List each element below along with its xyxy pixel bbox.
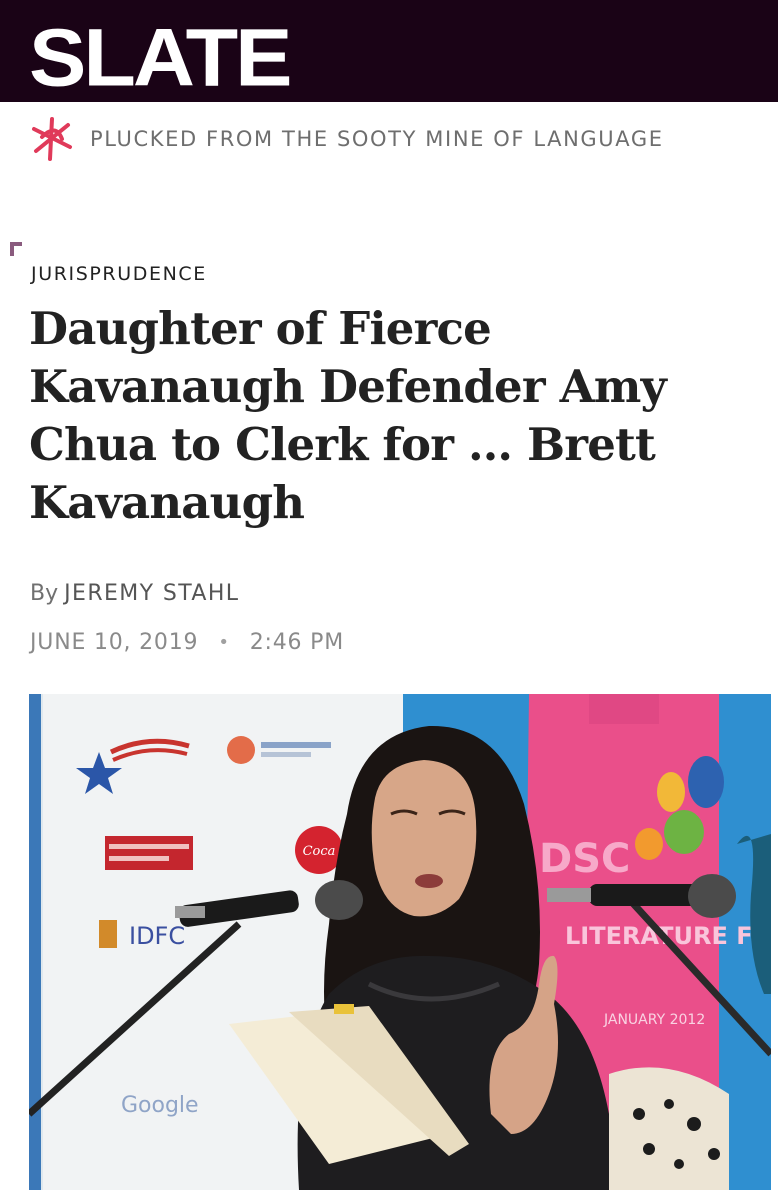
- author-link[interactable]: JEREMY STAHL: [64, 581, 239, 606]
- idfc-logo: IDFC: [129, 922, 185, 950]
- slate-logo[interactable]: SLATE: [29, 17, 293, 99]
- article-headline: Daughter of Fierce Kavanaugh Defender Am…: [29, 302, 667, 529]
- site-header: SLATE: [0, 0, 778, 102]
- tagline-row: PLUCKED FROM THE SOOTY MINE OF LANGUAGE: [28, 114, 664, 164]
- google-logo: Google: [121, 1093, 199, 1118]
- asterisk-star-icon: [32, 117, 72, 161]
- corner-bracket-icon: [10, 242, 22, 256]
- site-tagline: PLUCKED FROM THE SOOTY MINE OF LANGUAGE: [90, 127, 664, 151]
- svg-text:Coca: Coca: [303, 844, 336, 859]
- dateline-separator: •: [218, 632, 230, 653]
- dsc-logo: DSC: [539, 836, 630, 882]
- article-photo[interactable]: Coca IDFC Google DSC LITERATURE FESTIVAL…: [29, 694, 771, 1190]
- publish-time: 2:46 PM: [249, 630, 344, 655]
- publish-date: JUNE 10, 2019: [30, 630, 199, 655]
- byline-prefix: By: [30, 581, 59, 606]
- festival-banner-date: JANUARY 2012: [603, 1012, 705, 1028]
- byline: By JEREMY STAHL: [30, 581, 239, 606]
- article-category[interactable]: JURISPRUDENCE: [31, 263, 207, 285]
- dateline: JUNE 10, 2019 • 2:46 PM: [30, 630, 344, 655]
- photo-illustration: Coca IDFC Google DSC LITERATURE FESTIVAL…: [29, 694, 771, 1190]
